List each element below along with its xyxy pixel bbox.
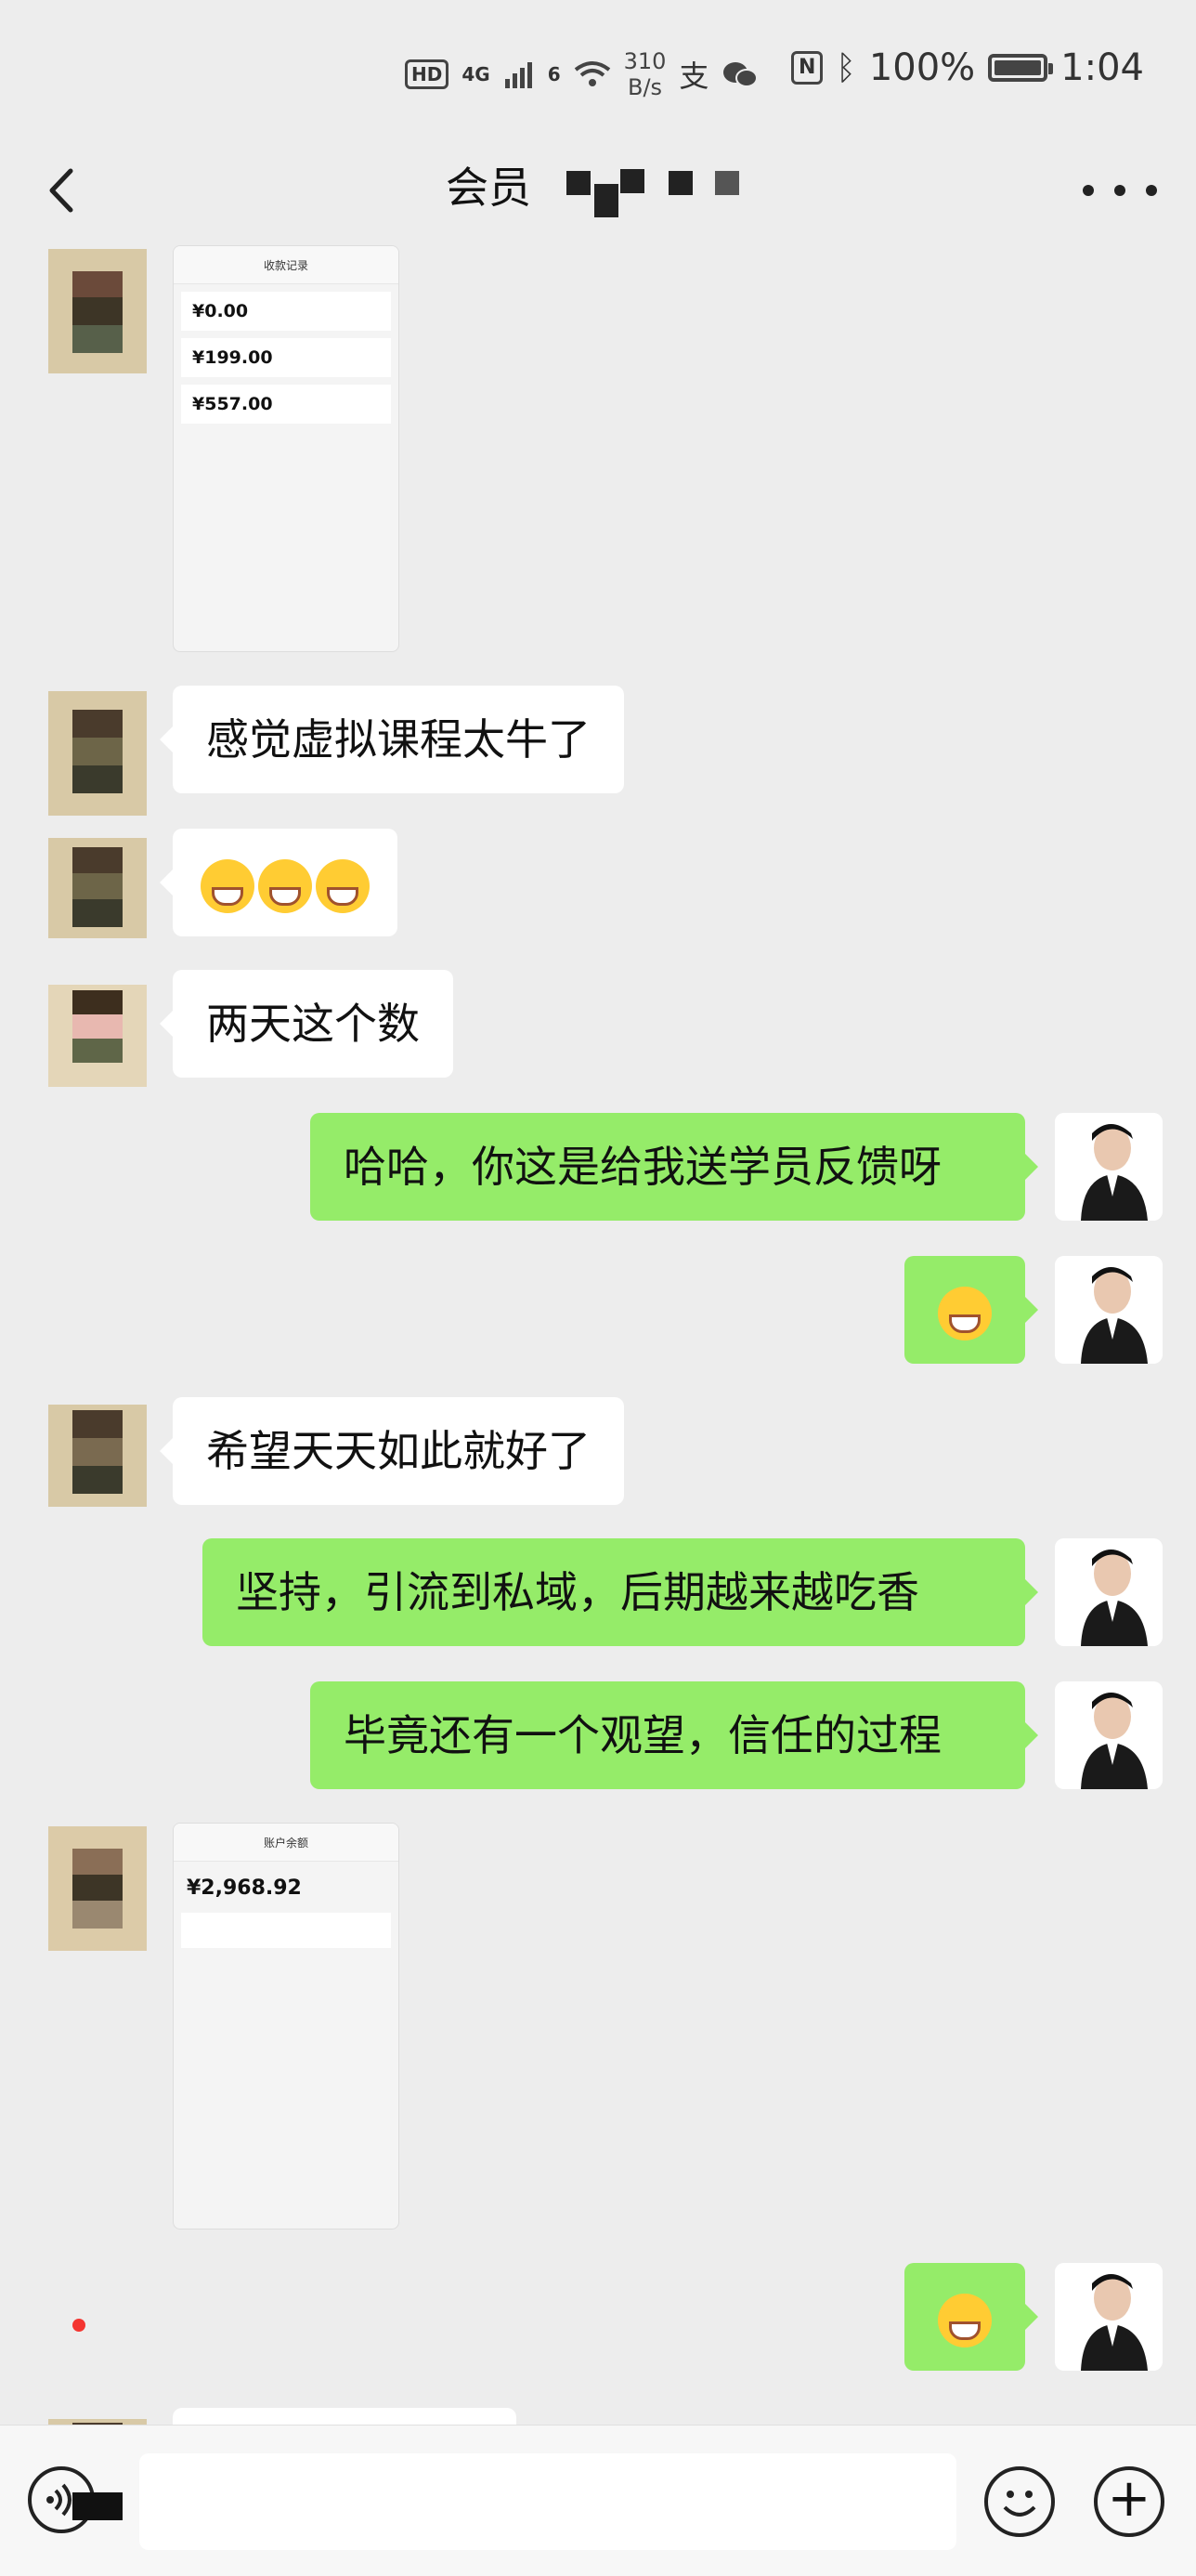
status-bar: HD 4G 6 310 B/s 支 N ᛒ 100% 1:04 (0, 0, 1196, 139)
wechat-icon (722, 60, 759, 88)
title-redaction (594, 184, 618, 217)
grin-emoji-icon (201, 858, 254, 913)
battery-icon (988, 54, 1054, 82)
text-message-self[interactable]: 毕竟还有一个观望，信任的过程 (310, 1681, 1038, 1789)
self-avatar[interactable] (1055, 1681, 1163, 1789)
avatar[interactable] (48, 691, 147, 816)
thumb-amount: ¥199.00 (192, 347, 273, 368)
net-speed-value: 310 (623, 48, 667, 74)
title-redaction (620, 169, 644, 193)
bluetooth-icon: ᛒ (836, 48, 856, 87)
chat-header: 会员 (0, 139, 1196, 242)
plus-icon[interactable]: + (1094, 2466, 1164, 2537)
unread-dot (72, 2319, 85, 2332)
status-right: N ᛒ 100% 1:04 (791, 46, 1144, 89)
status-left: HD 4G 6 310 B/s 支 (405, 48, 759, 100)
avatar[interactable] (48, 985, 147, 1087)
message-list[interactable]: 收款记录 ¥0.00 ¥199.00 ¥557.00 感觉虚拟课程太牛了 两天这… (0, 242, 1196, 2425)
thumb-card (181, 1913, 391, 1948)
thumb-amount: ¥2,968.92 (187, 1876, 302, 1900)
battery-percent: 100% (868, 46, 976, 89)
thumb-header: 账户余额 (174, 1824, 398, 1862)
thumb-card: ¥199.00 (181, 338, 391, 377)
nfc-icon: N (791, 51, 824, 85)
net-speed-unit: B/s (627, 74, 663, 100)
input-redaction (72, 2492, 123, 2520)
back-arrow-icon[interactable] (35, 158, 91, 223)
thumb-header: 收款记录 (174, 246, 398, 284)
signal-icon (503, 60, 535, 88)
self-avatar[interactable] (1055, 1538, 1163, 1646)
avatar[interactable] (48, 1826, 147, 1951)
emoji-message-self[interactable] (904, 2263, 1038, 2371)
thumb-balance: ¥2,968.92 (174, 1862, 398, 1905)
text-message[interactable]: 希望天天如此就好了 (160, 1397, 624, 1505)
thumb-card: ¥0.00 (181, 292, 391, 331)
self-avatar[interactable] (1055, 1113, 1163, 1221)
thumb-amount: ¥557.00 (192, 394, 273, 414)
text-message[interactable]: 两天这个数 (160, 970, 453, 1078)
image-message[interactable]: 账户余额 ¥2,968.92 (173, 1823, 399, 2229)
grin-emoji-icon (258, 858, 312, 913)
avatar[interactable] (48, 838, 147, 938)
self-avatar[interactable] (1055, 2263, 1163, 2371)
clock: 1:04 (1060, 46, 1144, 89)
avatar[interactable] (48, 1405, 147, 1507)
title-redaction (566, 171, 591, 195)
text-message[interactable]: 感觉虚拟课程太牛了 (160, 686, 624, 793)
hd-badge: HD (405, 59, 449, 89)
image-message[interactable]: 收款记录 ¥0.00 ¥199.00 ¥557.00 (173, 245, 399, 652)
wifi-icon (574, 60, 611, 88)
dizzy-emoji-icon (938, 2293, 992, 2347)
title-redaction (715, 171, 739, 195)
input-bar: + (0, 2425, 1196, 2576)
more-icon[interactable] (1083, 167, 1157, 214)
network-label: 4G (462, 63, 490, 85)
thumb-amount: ¥0.00 (192, 301, 249, 321)
avatar[interactable] (48, 249, 147, 373)
network2-label: 6 (547, 63, 561, 85)
thinking-emoji-icon (938, 1286, 992, 1340)
text-message-self[interactable]: 哈哈，你这是给我送学员反馈呀 (310, 1113, 1038, 1221)
emoji-message[interactable] (160, 829, 397, 936)
title-redaction (669, 171, 693, 195)
partial-message[interactable] (173, 2408, 516, 2425)
emoji-message-self[interactable] (904, 1256, 1038, 1364)
chat-title: 会员 (446, 163, 531, 213)
emoji-icon[interactable] (984, 2466, 1055, 2537)
text-message-self[interactable]: 坚持，引流到私域，后期越来越吃香 (202, 1538, 1038, 1646)
thumb-card: ¥557.00 (181, 385, 391, 424)
net-speed: 310 B/s (624, 48, 667, 100)
grin-emoji-icon (316, 858, 370, 913)
message-input[interactable] (139, 2453, 956, 2550)
alipay-icon: 支 (679, 59, 709, 94)
self-avatar[interactable] (1055, 1256, 1163, 1364)
